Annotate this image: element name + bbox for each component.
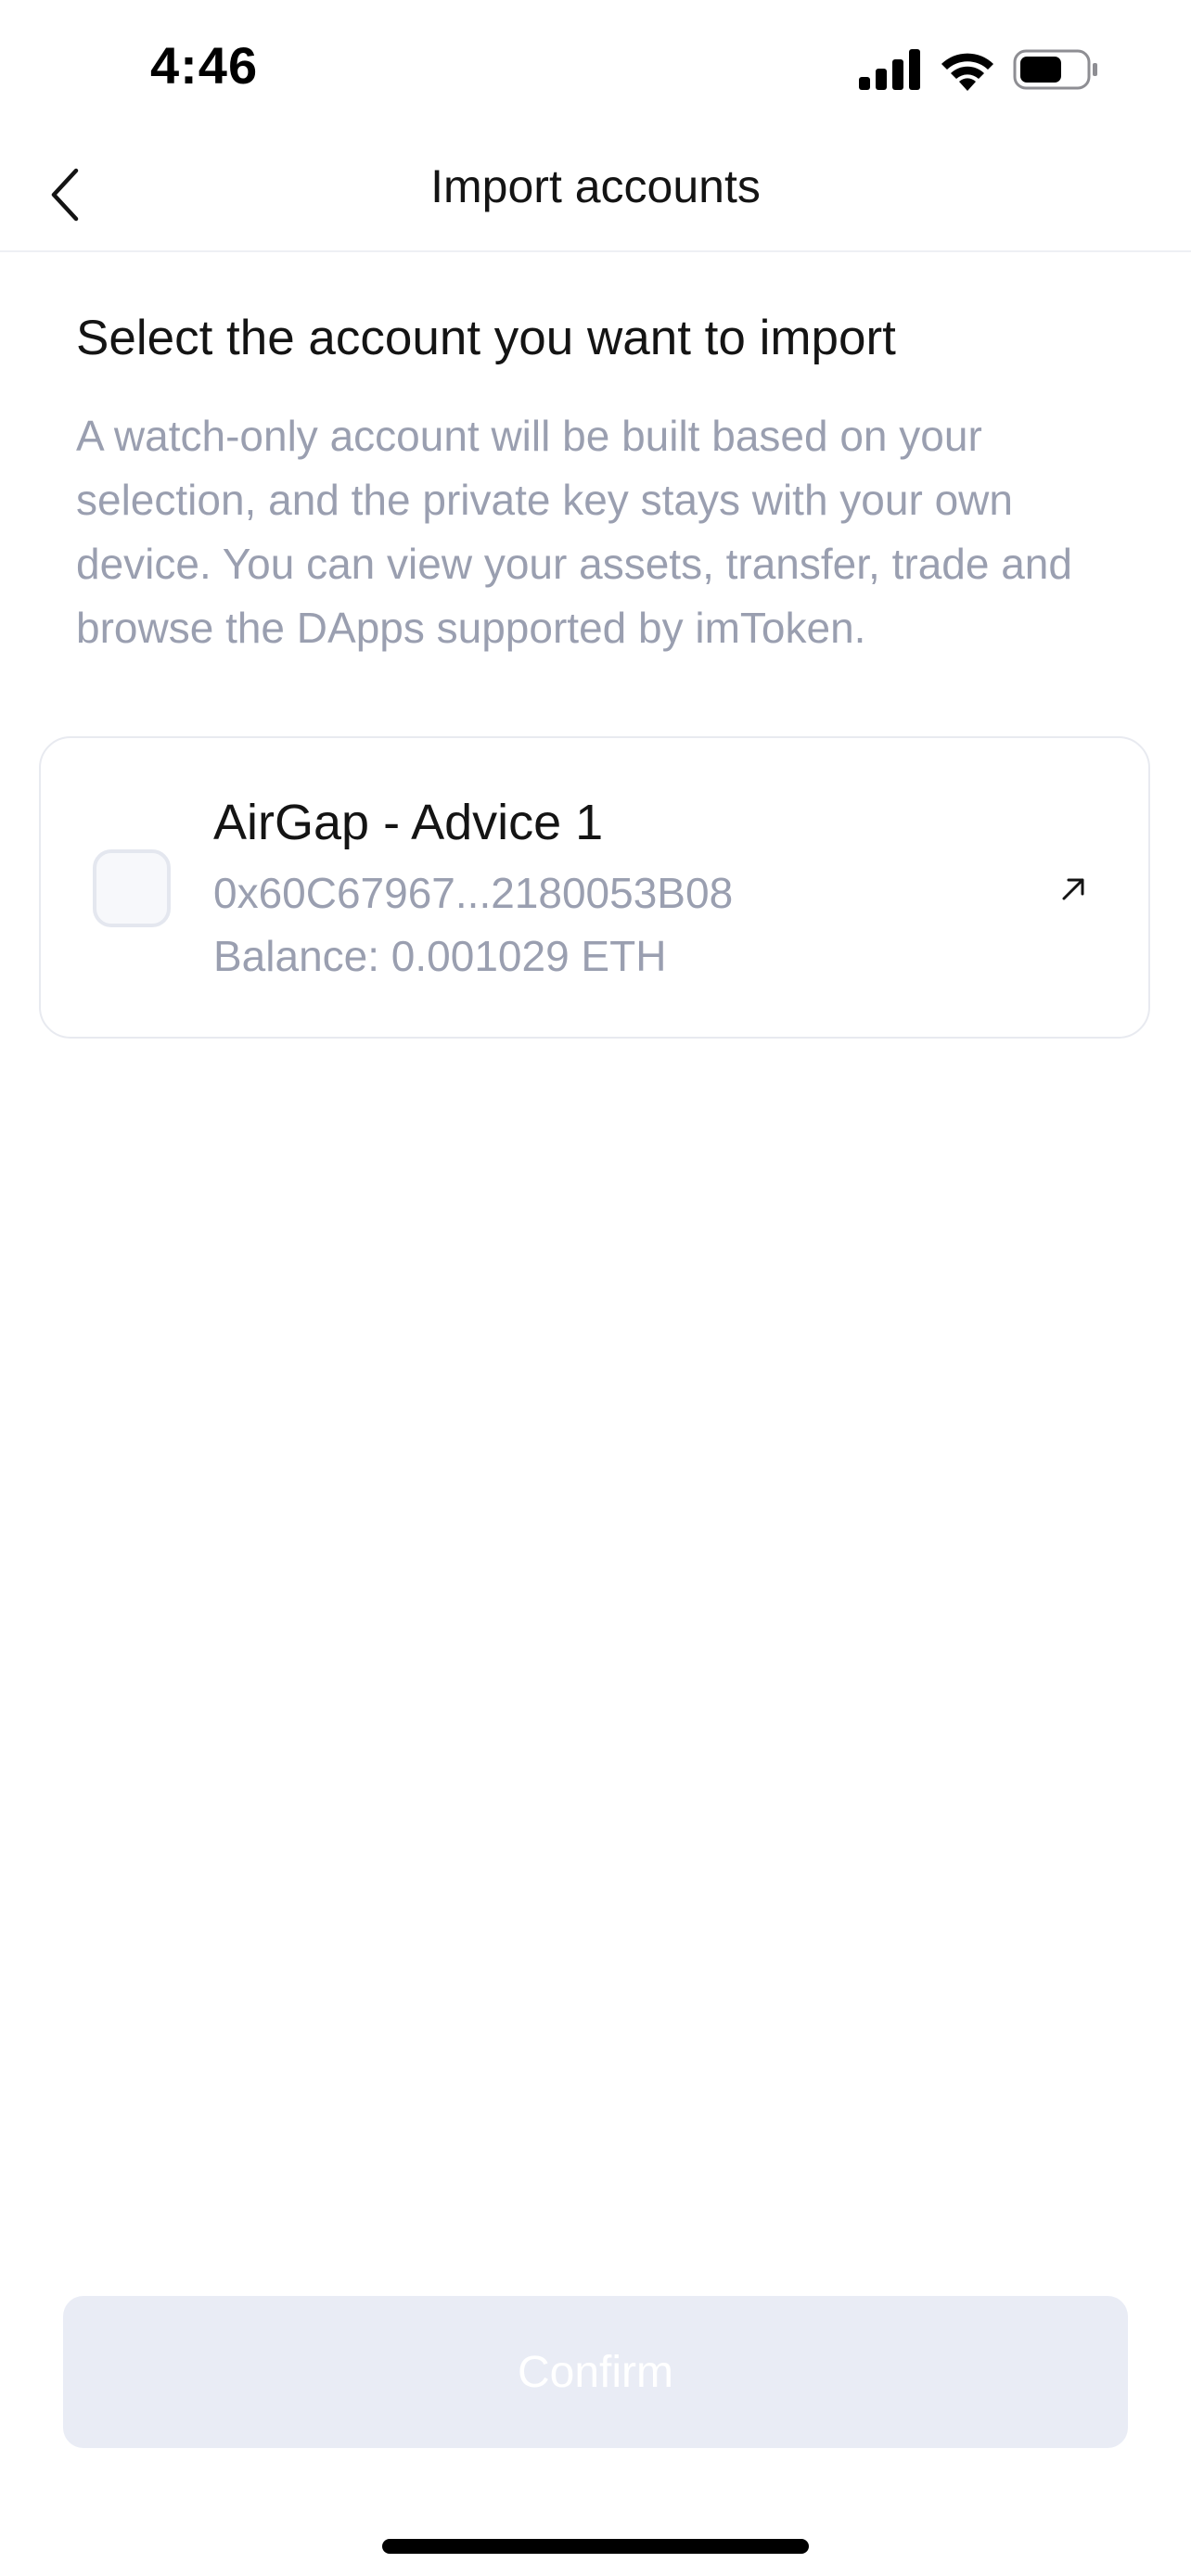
nav-bar: Import accounts — [0, 139, 1191, 252]
account-address: 0x60C67967...2180053B08 — [213, 869, 734, 917]
external-link-button[interactable] — [1050, 866, 1096, 912]
page-title: Import accounts — [430, 160, 761, 212]
account-checkbox[interactable] — [93, 849, 171, 927]
account-name: AirGap - Advice 1 — [213, 795, 604, 850]
main-content: Select the account you want to import A … — [76, 308, 1115, 660]
import-accounts-screen: 4:46 Import accounts Select the account … — [0, 0, 1191, 2576]
status-bar: 4:46 — [0, 0, 1191, 139]
confirm-button[interactable]: Confirm — [63, 2296, 1128, 2448]
signal-icon — [859, 49, 920, 90]
account-balance: Balance: 0.001029 ETH — [213, 932, 667, 980]
battery-icon — [1013, 49, 1097, 90]
external-link-icon — [1062, 878, 1084, 900]
wifi-icon — [941, 53, 993, 91]
home-indicator — [382, 2539, 809, 2554]
account-card[interactable]: AirGap - Advice 1 0x60C67967...2180053B0… — [39, 736, 1150, 1039]
section-description: A watch-only account will be built based… — [76, 412, 1072, 652]
status-icons — [859, 48, 1098, 91]
section-heading: Select the account you want to import — [76, 311, 896, 365]
status-time: 4:46 — [150, 36, 259, 95]
